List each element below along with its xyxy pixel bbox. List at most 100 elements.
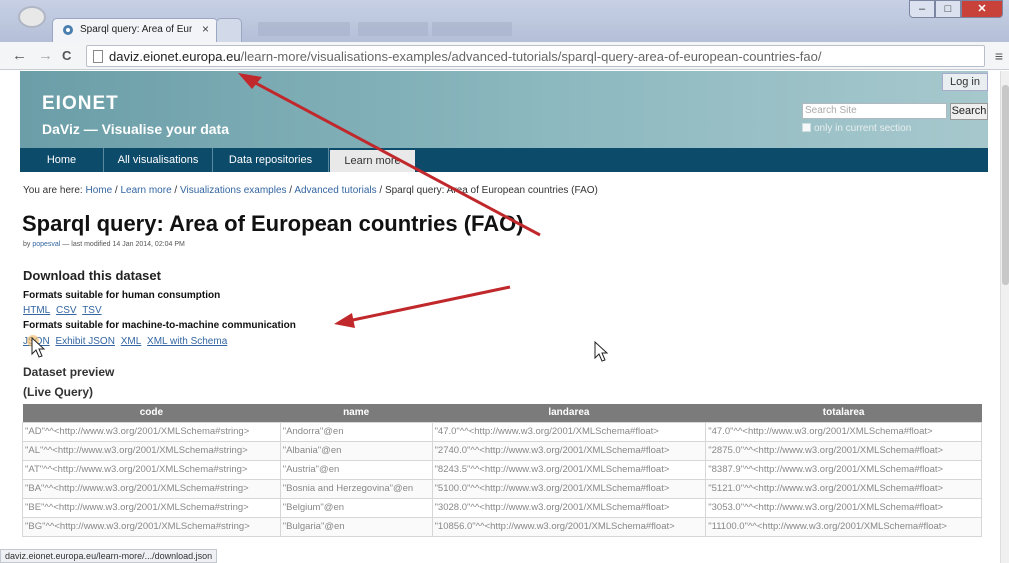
column-header-name[interactable]: name — [280, 404, 433, 422]
cell-totalarea: "11100.0"^^<http://www.w3.org/2001/XMLSc… — [705, 516, 982, 537]
column-header-landarea[interactable]: landarea — [432, 404, 706, 422]
live-query-label: (Live Query) — [23, 385, 94, 399]
browser-titlebar: Sparql query: Area of Euro × – □ ✕ — [0, 0, 1009, 42]
cell-totalarea: "47.0"^^<http://www.w3.org/2001/XMLSchem… — [705, 421, 982, 442]
mouse-cursor-icon — [594, 341, 609, 362]
cell-name: "Bulgaria"@en — [279, 516, 433, 537]
reload-icon[interactable]: C — [62, 48, 71, 63]
dataset-table: code name landarea totalarea "AD"^^<http… — [22, 404, 982, 537]
url-text: daviz.eionet.europa.eu/learn-more/visual… — [109, 49, 822, 64]
byline: by popesval — last modified 14 Jan 2014,… — [23, 241, 185, 248]
new-tab-button[interactable] — [216, 18, 242, 42]
author-link[interactable]: popesval — [32, 241, 60, 248]
byline-prefix: by — [23, 241, 33, 248]
close-tab-icon[interactable]: × — [202, 22, 209, 36]
cell-totalarea: "2875.0"^^<http://www.w3.org/2001/XMLSch… — [705, 440, 982, 461]
breadcrumb-sep: / — [376, 185, 385, 196]
table-row: "BA"^^<http://www.w3.org/2001/XMLSchema#… — [22, 478, 982, 499]
arrow-head-icon — [334, 313, 355, 328]
breadcrumb-sep: / — [171, 185, 180, 196]
status-bar: daviz.eionet.europa.eu/learn-more/.../do… — [0, 549, 218, 563]
cell-code: "BG"^^<http://www.w3.org/2001/XMLSchema#… — [22, 516, 281, 537]
chrome-menu-icon[interactable] — [18, 6, 46, 28]
site-logo[interactable]: EIONET — [42, 93, 119, 115]
nav-all-visualisations[interactable]: All visualisations — [104, 148, 213, 172]
only-current-section-checkbox[interactable]: only in current section — [802, 123, 911, 134]
window-controls: – □ ✕ — [909, 0, 1003, 18]
cell-totalarea: "8387.9"^^<http://www.w3.org/2001/XMLSch… — [705, 459, 982, 480]
machine-formats-heading: Formats suitable for machine-to-machine … — [23, 320, 296, 331]
breadcrumb-current: Sparql query: Area of European countries… — [384, 185, 598, 196]
format-xml-link[interactable]: XML — [121, 336, 142, 347]
cell-code: "BE"^^<http://www.w3.org/2001/XMLSchema#… — [22, 497, 281, 518]
site-tagline: DaViz — Visualise your data — [42, 121, 230, 137]
human-formats-links: HTML CSV TSV — [23, 305, 105, 316]
cell-code: "BA"^^<http://www.w3.org/2001/XMLSchema#… — [22, 478, 281, 499]
cell-landarea: "10856.0"^^<http://www.w3.org/2001/XMLSc… — [431, 516, 707, 537]
blurred-title — [358, 22, 428, 36]
tab-title: Sparql query: Area of Euro — [80, 24, 192, 35]
browser-toolbar: ← → C daviz.eionet.europa.eu/learn-more/… — [0, 42, 1009, 70]
minimize-icon[interactable]: – — [909, 0, 935, 18]
breadcrumb: You are here: Home / Learn more / Visual… — [23, 185, 598, 196]
main-nav: Home All visualisations Data repositorie… — [20, 148, 988, 172]
breadcrumb-visualizations-examples[interactable]: Visualizations examples — [180, 185, 287, 196]
table-row: "AD"^^<http://www.w3.org/2001/XMLSchema#… — [22, 421, 982, 442]
cell-name: "Austria"@en — [279, 459, 433, 480]
machine-formats-links: JSON Exhibit JSON XML XML with Schema — [23, 336, 230, 347]
blurred-title — [258, 22, 350, 36]
page-viewport: EIONET DaViz — Visualise your data Log i… — [0, 71, 1000, 563]
address-bar[interactable]: daviz.eionet.europa.eu/learn-more/visual… — [86, 45, 985, 67]
format-csv-link[interactable]: CSV — [56, 305, 77, 316]
column-header-totalarea[interactable]: totalarea — [705, 404, 982, 422]
cell-totalarea: "3053.0"^^<http://www.w3.org/2001/XMLSch… — [705, 497, 982, 518]
cell-landarea: "2740.0"^^<http://www.w3.org/2001/XMLSch… — [431, 440, 707, 461]
cell-name: "Belgium"@en — [279, 497, 433, 518]
cell-landarea: "5100.0"^^<http://www.w3.org/2001/XMLSch… — [431, 478, 707, 499]
column-header-code[interactable]: code — [22, 404, 281, 422]
table-row: "AT"^^<http://www.w3.org/2001/XMLSchema#… — [22, 459, 982, 480]
blurred-title — [432, 22, 512, 36]
browser-menu-icon[interactable]: ≡ — [995, 48, 1003, 64]
click-cursor-icon — [27, 335, 45, 358]
cell-name: "Bosnia and Herzegovina"@en — [279, 478, 433, 499]
page-title: Sparql query: Area of European countries… — [22, 211, 524, 236]
cell-code: "AD"^^<http://www.w3.org/2001/XMLSchema#… — [22, 421, 281, 442]
dataset-preview-heading: Dataset preview — [23, 365, 115, 379]
breadcrumb-sep: / — [112, 185, 121, 196]
human-formats-heading: Formats suitable for human consumption — [23, 290, 221, 301]
browser-tab[interactable]: Sparql query: Area of Euro × — [52, 18, 218, 42]
format-exhibit-json-link[interactable]: Exhibit JSON — [55, 336, 114, 347]
breadcrumb-learn-more[interactable]: Learn more — [121, 185, 172, 196]
byline-suffix: — last modified 14 Jan 2014, 02:04 PM — [60, 241, 185, 248]
nav-data-repositories[interactable]: Data repositories — [213, 148, 329, 172]
close-window-icon[interactable]: ✕ — [961, 0, 1003, 18]
cell-landarea: "47.0"^^<http://www.w3.org/2001/XMLSchem… — [431, 421, 707, 442]
cell-code: "AL"^^<http://www.w3.org/2001/XMLSchema#… — [22, 440, 281, 461]
download-heading: Download this dataset — [23, 268, 161, 283]
nav-home[interactable]: Home — [20, 148, 104, 172]
table-header-row: code name landarea totalarea — [22, 404, 982, 422]
cell-code: "AT"^^<http://www.w3.org/2001/XMLSchema#… — [22, 459, 281, 480]
table-row: "AL"^^<http://www.w3.org/2001/XMLSchema#… — [22, 440, 982, 461]
breadcrumb-home[interactable]: Home — [85, 185, 112, 196]
forward-icon[interactable]: → — [38, 47, 53, 64]
format-xml-schema-link[interactable]: XML with Schema — [147, 336, 227, 347]
breadcrumb-advanced-tutorials[interactable]: Advanced tutorials — [294, 185, 376, 196]
checkbox-icon[interactable] — [802, 123, 811, 132]
back-icon[interactable]: ← — [12, 47, 27, 64]
cell-landarea: "3028.0"^^<http://www.w3.org/2001/XMLSch… — [431, 497, 707, 518]
search-input[interactable]: Search Site — [802, 103, 947, 119]
login-button[interactable]: Log in — [942, 73, 988, 91]
only-current-label: only in current section — [814, 123, 912, 134]
format-tsv-link[interactable]: TSV — [82, 305, 101, 316]
cell-name: "Andorra"@en — [279, 421, 433, 442]
format-html-link[interactable]: HTML — [23, 305, 50, 316]
search-button[interactable]: Search — [950, 103, 988, 120]
maximize-icon[interactable]: □ — [935, 0, 961, 18]
page-scrollbar[interactable] — [1000, 71, 1009, 563]
cell-landarea: "8243.5"^^<http://www.w3.org/2001/XMLSch… — [431, 459, 707, 480]
scrollbar-thumb[interactable] — [1002, 85, 1009, 285]
site-header: EIONET DaViz — Visualise your data Log i… — [20, 71, 988, 148]
nav-learn-more[interactable]: Learn more — [330, 150, 415, 172]
